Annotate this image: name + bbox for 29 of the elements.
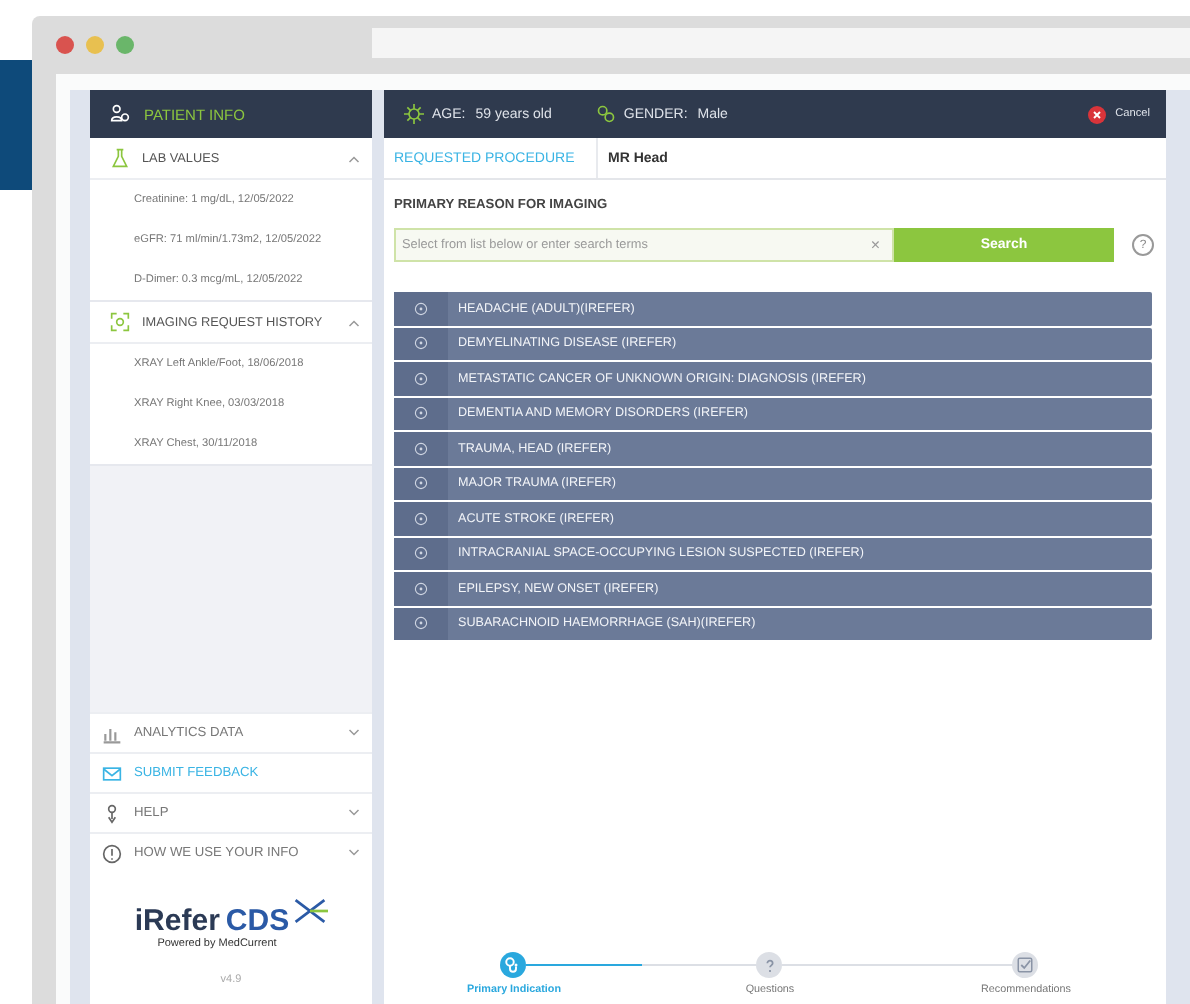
minimize-dot-icon[interactable]: [86, 36, 104, 54]
check-square-icon[interactable]: [1012, 952, 1038, 978]
logo-star-icon: [291, 896, 328, 926]
radio-icon[interactable]: [414, 616, 428, 631]
scan-icon: [110, 312, 130, 332]
radio-icon[interactable]: [414, 476, 428, 491]
people-icon: [110, 104, 130, 124]
radio-icon[interactable]: [414, 441, 428, 456]
bar-chart-icon: [102, 723, 122, 743]
radio-icon[interactable]: [414, 581, 428, 596]
close-icon: [1087, 105, 1106, 123]
radio-icon[interactable]: [414, 406, 428, 421]
close-dot-icon[interactable]: [56, 36, 74, 54]
logo-wordmark: iRefer CDS: [134, 904, 290, 938]
radio-icon[interactable]: [414, 301, 428, 316]
radio-icon[interactable]: [414, 511, 428, 526]
radio-icon[interactable]: [414, 336, 428, 351]
chevron-up-icon[interactable]: [348, 153, 360, 163]
radio-icon[interactable]: [414, 546, 428, 561]
radio-icon[interactable]: [414, 371, 428, 386]
info-icon: [102, 843, 122, 863]
flask-icon: [110, 148, 130, 168]
chevron-up-icon[interactable]: [348, 317, 360, 327]
question-icon[interactable]: [756, 952, 782, 978]
maximize-dot-icon[interactable]: [116, 36, 134, 54]
gender-icon: [595, 104, 616, 124]
clear-button[interactable]: ×: [858, 236, 892, 254]
virus-icon: [404, 104, 424, 124]
envelope-icon: [102, 763, 122, 783]
